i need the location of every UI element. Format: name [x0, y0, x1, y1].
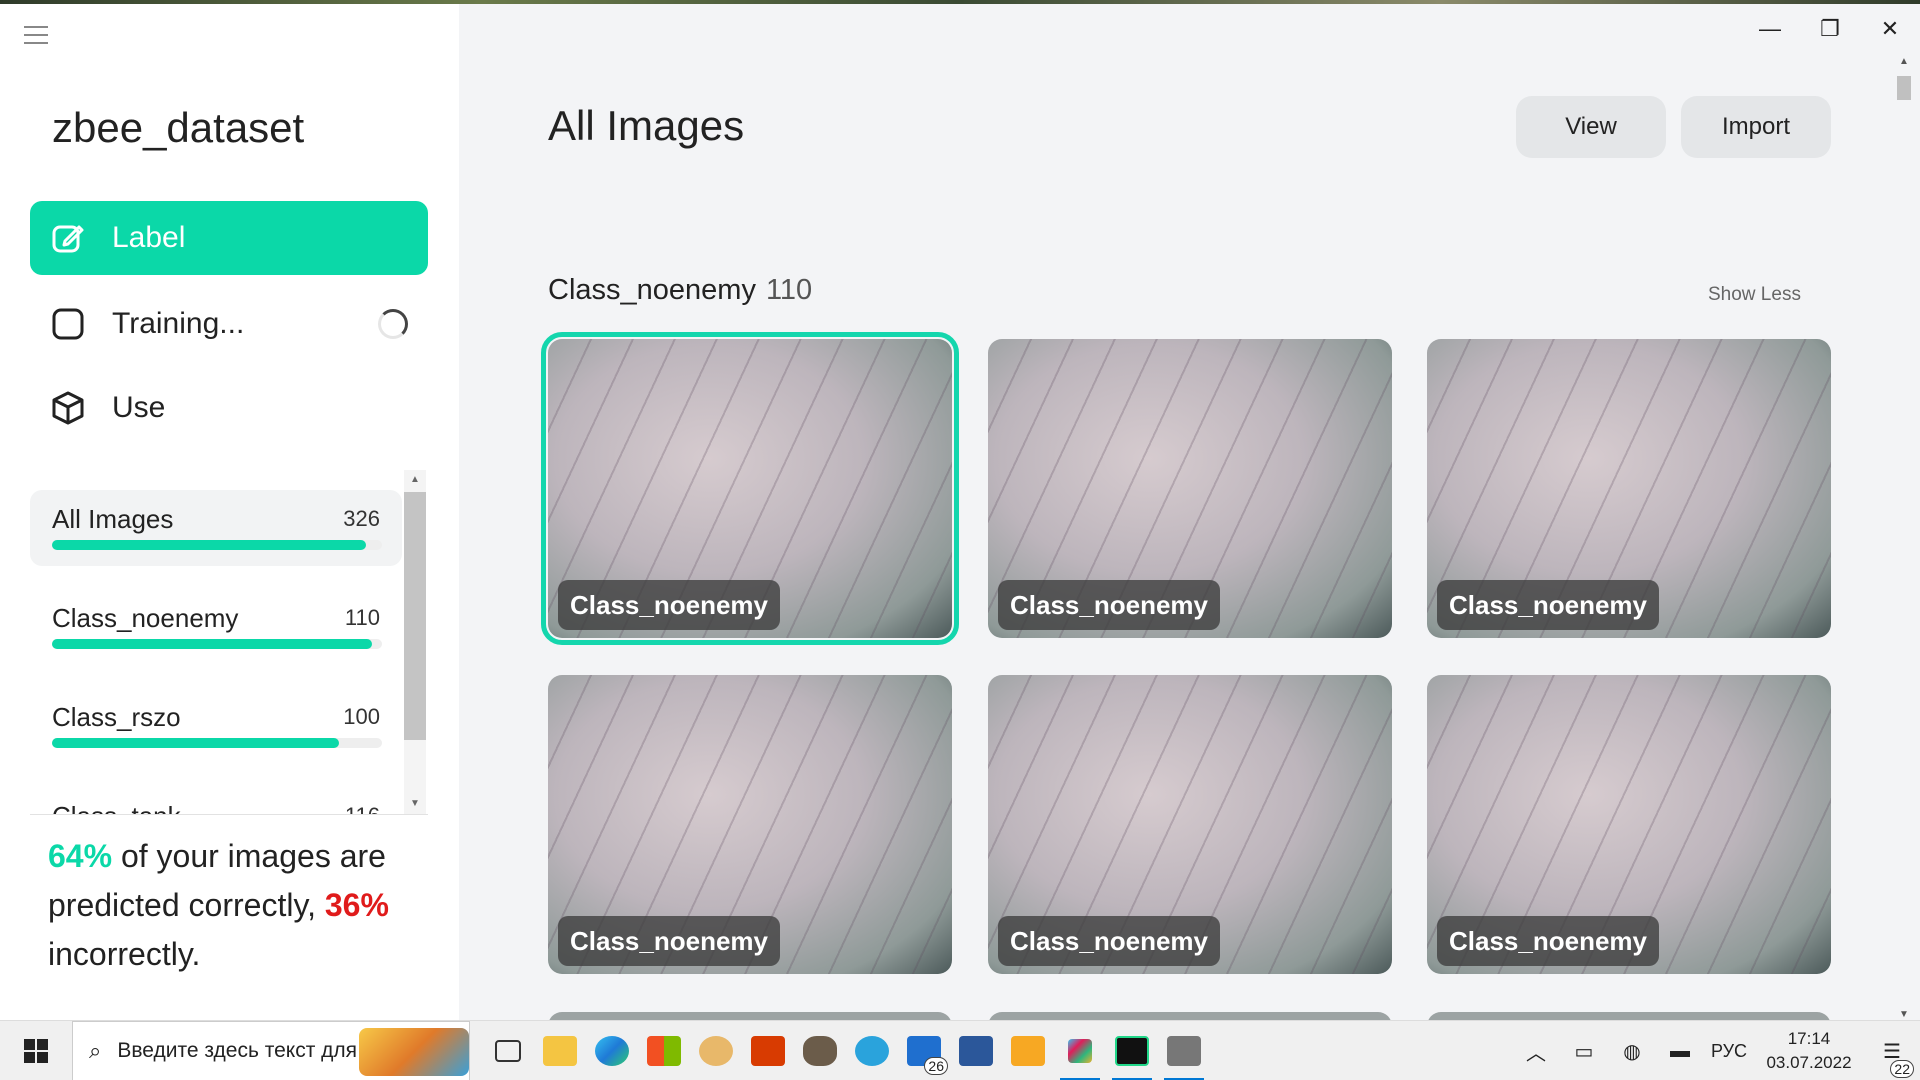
cube-icon — [50, 390, 86, 426]
accuracy-summary: 64% of your images are predicted correct… — [48, 832, 428, 979]
taskbar-search[interactable]: ⌕ Введите здесь текст для поиска — [72, 1020, 470, 1080]
slack-icon[interactable] — [1054, 1021, 1106, 1080]
edit-icon — [50, 220, 86, 256]
task-view-icon[interactable] — [482, 1021, 534, 1080]
scroll-down-icon[interactable]: ▼ — [404, 794, 426, 814]
taskbar: ⌕ Введите здесь текст для поиска 26 ︿ ▭ … — [0, 1020, 1920, 1080]
class-name: All Images — [52, 504, 174, 534]
notification-badge: 22 — [1890, 1059, 1914, 1078]
gimp-icon[interactable] — [794, 1021, 846, 1080]
main-scroll-thumb[interactable] — [1897, 76, 1911, 100]
section-count: 110 — [765, 274, 813, 306]
nav-label-text: Label — [112, 221, 186, 254]
image-tile[interactable]: Class_noenemy — [988, 675, 1392, 974]
class-item-noenemy[interactable]: Class_noenemy 110 — [30, 589, 402, 665]
restore-icon[interactable]: ❐ — [1800, 4, 1860, 54]
import-button[interactable]: Import — [1681, 96, 1831, 158]
class-item-rszo[interactable]: Class_rszo 100 — [30, 688, 402, 764]
image-label: Class_noenemy — [1437, 580, 1659, 630]
nav-training[interactable]: Training... — [30, 287, 428, 361]
paint-icon[interactable] — [690, 1021, 742, 1080]
checkbox-icon — [50, 306, 86, 342]
window-controls: — ❐ ✕ — [1740, 4, 1920, 56]
store-icon[interactable] — [638, 1021, 690, 1080]
image-tile[interactable]: Class_noenemy — [1427, 339, 1831, 638]
class-item-all-images[interactable]: All Images 326 — [30, 490, 402, 566]
nav-use[interactable]: Use — [30, 371, 428, 445]
nav-training-text: Training... — [112, 307, 245, 340]
view-button[interactable]: View — [1516, 96, 1666, 158]
network-globe-icon[interactable]: ◍ — [1608, 1039, 1656, 1064]
project-title: zbee_dataset — [52, 104, 305, 151]
edge-icon[interactable] — [586, 1021, 638, 1080]
clock-date: 03.07.2022 — [1766, 1053, 1852, 1072]
incorrect-percent: 36% — [324, 887, 389, 923]
windows-logo-icon — [24, 1038, 48, 1063]
image-tile[interactable]: Class_noenemy — [1427, 675, 1831, 974]
nav-label[interactable]: Label — [30, 201, 428, 275]
correct-percent: 64% — [48, 838, 113, 874]
pycharm-icon[interactable] — [1106, 1021, 1158, 1080]
class-item-tank[interactable]: Class_tank 116 — [30, 787, 402, 814]
scroll-down-icon[interactable]: ▼ — [1894, 1009, 1914, 1020]
class-count: 326 — [343, 506, 380, 531]
start-button[interactable] — [0, 1021, 72, 1080]
class-name: Class_tank — [52, 801, 181, 814]
image-label: Class_noenemy — [558, 916, 780, 966]
clock-time: 17:14 — [1787, 1029, 1831, 1048]
sidebar: zbee_dataset Label Training... Use All I… — [0, 4, 459, 1020]
image-label: Class_noenemy — [998, 916, 1220, 966]
class-count: 100 — [343, 704, 380, 729]
accuracy-text-2: incorrectly. — [48, 936, 201, 972]
image-label: Class_noenemy — [558, 580, 780, 630]
taskbar-apps: 26 — [482, 1021, 1210, 1080]
class-list-scroll-thumb[interactable] — [404, 492, 426, 740]
image-tile[interactable]: Class_noenemy — [548, 675, 952, 974]
office-icon[interactable] — [742, 1021, 794, 1080]
nav-use-text: Use — [112, 391, 166, 424]
system-tray: ︿ ▭ ◍ ▬ РУС 17:14 03.07.2022 ☰ 22 — [1512, 1021, 1920, 1080]
loading-spinner-icon — [378, 309, 408, 339]
class-count: 116 — [345, 803, 380, 814]
show-less-link[interactable]: Show Less — [1708, 284, 1801, 306]
section-name: Class_noenemy — [548, 274, 756, 306]
language-indicator[interactable]: РУС — [1704, 1041, 1754, 1062]
image-label: Class_noenemy — [998, 580, 1220, 630]
bitcoin-wallet-icon[interactable] — [1002, 1021, 1054, 1080]
scroll-up-icon[interactable]: ▲ — [404, 470, 426, 490]
image-tile[interactable]: Class_noenemy — [988, 339, 1392, 638]
image-tile[interactable]: Class_noenemy — [541, 332, 959, 645]
notification-center-icon[interactable]: ☰ 22 — [1864, 1039, 1920, 1078]
search-icon: ⌕ — [89, 1037, 102, 1063]
scroll-up-icon[interactable]: ▲ — [1894, 56, 1914, 67]
class-progress-bar — [52, 738, 382, 748]
chevron-up-icon[interactable]: ︿ — [1512, 1037, 1560, 1066]
mail-badge: 26 — [924, 1056, 948, 1075]
class-name: Class_rszo — [52, 702, 181, 732]
class-progress-bar — [52, 639, 382, 649]
menu-icon[interactable] — [24, 26, 48, 44]
camera-app-icon[interactable] — [1158, 1021, 1210, 1080]
class-name: Class_noenemy — [52, 603, 239, 633]
class-list: All Images 326 Class_noenemy 110 Class_r… — [30, 470, 428, 814]
close-icon[interactable]: ✕ — [1860, 4, 1920, 54]
minimize-icon[interactable]: — — [1740, 4, 1800, 54]
main-scrollbar[interactable]: ▲ ▼ — [1894, 56, 1914, 1020]
telegram-icon[interactable] — [846, 1021, 898, 1080]
section-header: Class_noenemy 110 — [548, 274, 812, 307]
mail-icon[interactable]: 26 — [898, 1021, 950, 1080]
divider — [30, 814, 428, 815]
search-highlight-image — [359, 1027, 469, 1076]
class-progress-bar — [52, 540, 382, 550]
clock[interactable]: 17:14 03.07.2022 — [1754, 1027, 1864, 1075]
file-explorer-icon[interactable] — [534, 1021, 586, 1080]
class-count: 110 — [344, 605, 380, 630]
image-label: Class_noenemy — [1437, 916, 1659, 966]
page-title: All Images — [548, 102, 745, 149]
meet-now-icon[interactable]: ▭ — [1560, 1039, 1608, 1064]
battery-icon[interactable]: ▬ — [1656, 1040, 1704, 1063]
word-icon[interactable] — [950, 1021, 1002, 1080]
